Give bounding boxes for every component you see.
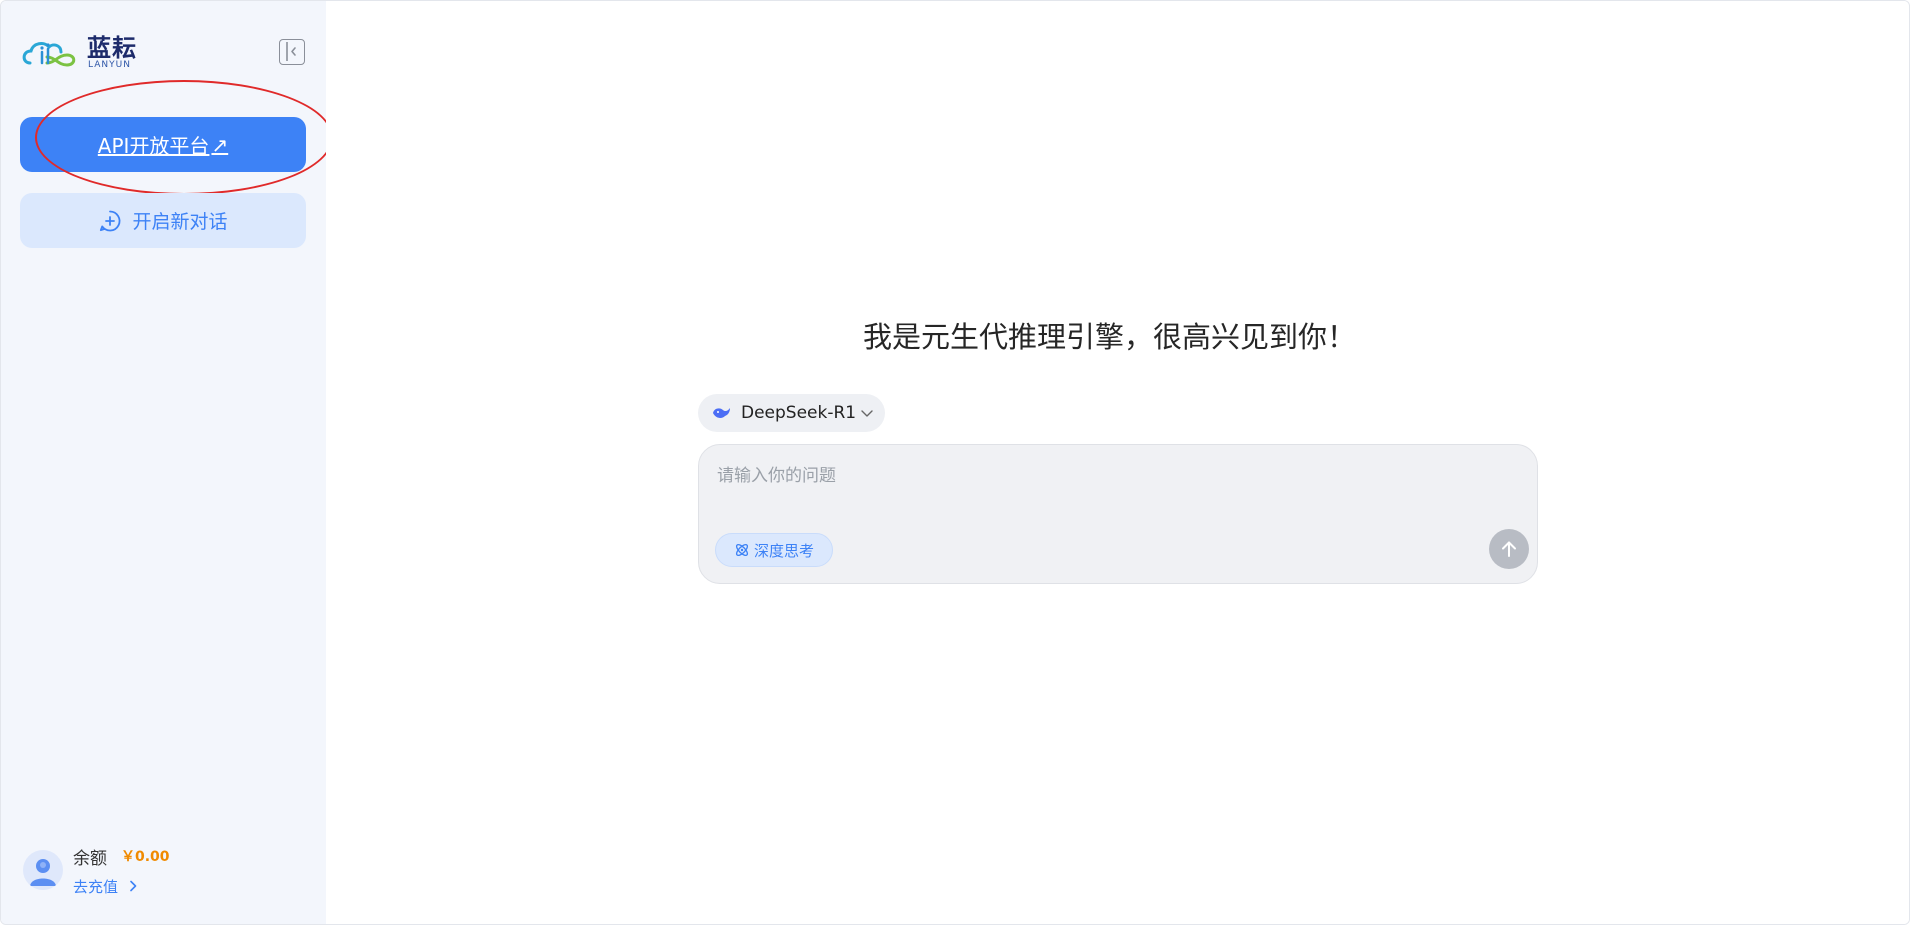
chevron-down-icon [861,410,873,417]
arrow-up-icon [1502,541,1516,557]
sidebar-collapse-icon [286,42,296,61]
deep-think-toggle[interactable]: 深度思考 [715,533,833,567]
chat-box: 深度思考 [698,444,1538,584]
sidebar-collapse-button[interactable] [279,39,305,65]
api-platform-label: API开放平台 [97,134,210,158]
chat-plus-icon [100,210,121,231]
user-avatar-icon[interactable] [23,850,63,890]
recharge-link[interactable]: 去充值 [73,876,137,897]
new-chat-label: 开启新对话 [132,211,228,233]
main-area: 我是元生代推理引擎，很高兴见到你！ DeepSeek-R1 深度思考 [326,1,1909,924]
deep-think-label: 深度思考 [753,541,814,560]
model-select-value: DeepSeek-R1 [741,403,857,423]
sidebar: 蓝耘 LANYUN API开放平台 ↗ 开启新对话 余额 ￥0.00 去充值 [1,1,333,924]
atom-icon [735,543,749,557]
chevron-right-icon [129,880,137,892]
model-select[interactable]: DeepSeek-R1 [698,394,885,432]
brand-name: 蓝耘 [87,34,137,62]
balance-label: 余额 [73,849,107,869]
account-panel: 余额 ￥0.00 去充值 [23,841,313,901]
brand-sub: LANYUN [88,60,131,70]
lanyun-logo-icon [22,42,76,67]
new-chat-button[interactable]: 开启新对话 [20,193,306,248]
app-window: 蓝耘 LANYUN API开放平台 ↗ 开启新对话 余额 ￥0.00 去充值 我… [0,0,1910,925]
brand-logo[interactable]: 蓝耘 LANYUN [20,35,140,71]
whale-icon [713,408,730,418]
greeting-text: 我是元生代推理引擎，很高兴见到你！ [863,320,1357,354]
balance-value: ￥0.00 [121,849,170,865]
api-platform-button[interactable]: API开放平台 ↗ [20,117,306,172]
recharge-label: 去充值 [73,878,119,896]
chat-input[interactable] [715,459,1519,503]
send-button[interactable] [1489,529,1529,569]
external-link-icon: ↗ [211,132,229,157]
